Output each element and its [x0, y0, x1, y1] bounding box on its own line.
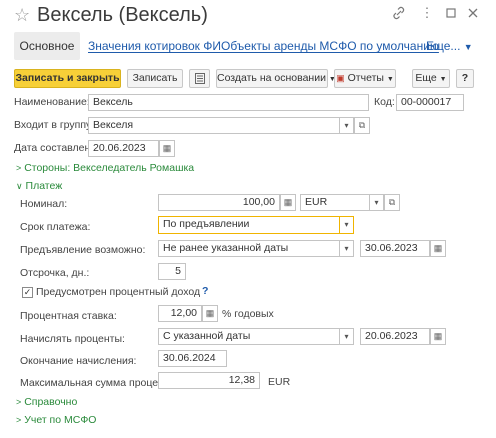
chevron-down-icon: ∨ — [16, 181, 23, 191]
presentation-field[interactable]: Не ранее указанной даты — [158, 240, 340, 257]
link-icon[interactable] — [392, 6, 406, 20]
more-actions-button[interactable]: Еще ▼ — [412, 69, 450, 88]
presentation-label: Предъявление возможно: — [20, 244, 146, 256]
section-reference[interactable]: > Справочно — [16, 395, 77, 409]
currency-dropdown-button[interactable]: ▾ — [370, 194, 384, 211]
max-interest-currency: EUR — [268, 376, 291, 388]
chevron-right-icon: > — [16, 415, 22, 425]
calendar-icon[interactable]: ▦ — [159, 140, 175, 157]
calendar-icon[interactable]: ▦ — [430, 240, 446, 257]
section-payment-label: Платеж — [25, 180, 63, 192]
tab-more-label: Еще... — [426, 39, 461, 53]
tab-quotes[interactable]: Значения котировок ФИ — [88, 32, 221, 60]
end-label: Окончание начисления: — [20, 355, 137, 367]
rate-field[interactable]: 12,00 — [158, 305, 202, 322]
favorite-star-icon[interactable]: ☆ — [14, 6, 30, 24]
create-based-on-label: Создать на основании — [217, 72, 326, 84]
interest-checkbox[interactable]: ✓ — [22, 287, 33, 298]
page-title: Вексель (Вексель) — [37, 4, 208, 26]
save-button[interactable]: Записать — [127, 69, 183, 88]
chevron-right-icon: > — [16, 163, 22, 173]
rate-label: Процентная ставка: — [20, 310, 117, 322]
group-field[interactable]: Векселя — [88, 117, 340, 134]
name-field[interactable]: Вексель — [88, 94, 369, 111]
deferral-label: Отсрочка, дн.: — [20, 267, 90, 279]
accrue-date-field[interactable]: 20.06.2023 — [360, 328, 430, 345]
term-dropdown-button[interactable]: ▾ — [340, 216, 354, 234]
end-field[interactable]: 30.06.2024 — [158, 350, 227, 367]
date-field[interactable]: 20.06.2023 — [88, 140, 159, 157]
section-payment[interactable]: ∨ Платеж — [16, 179, 62, 193]
section-reference-label: Справочно — [24, 396, 78, 408]
accrue-field[interactable]: С указанной даты — [158, 328, 340, 345]
close-icon[interactable] — [466, 6, 480, 20]
list-icon[interactable] — [189, 69, 210, 88]
code-label: Код: — [374, 96, 395, 108]
term-label: Срок платежа: — [20, 221, 91, 233]
code-field[interactable]: 00-000017 — [396, 94, 464, 111]
presentation-date-field[interactable]: 30.06.2023 — [360, 240, 430, 257]
create-based-on-button[interactable]: Создать на основании ▼ — [216, 69, 336, 88]
tab-lease-objects[interactable]: Объекты аренды МСФО по умолчанию — [221, 32, 439, 60]
currency-field[interactable]: EUR — [300, 194, 370, 211]
tab-more[interactable]: Еще... ▼ — [426, 32, 473, 60]
chevron-down-icon: ▼ — [386, 76, 394, 83]
accrue-dropdown-button[interactable]: ▾ — [340, 328, 354, 345]
chevron-down-icon: ▼ — [439, 76, 447, 83]
term-field[interactable]: По предъявлении — [158, 216, 340, 234]
section-parties[interactable]: > Стороны: Векселедатель Ромашка — [16, 161, 194, 175]
group-dropdown-button[interactable]: ▾ — [340, 117, 354, 134]
open-group-icon[interactable]: ⧉ — [354, 117, 370, 134]
rate-unit-label: % годовых — [222, 308, 274, 320]
open-currency-icon[interactable]: ⧉ — [384, 194, 400, 211]
accrue-label: Начислять проценты: — [20, 333, 125, 345]
help-button[interactable]: ? — [456, 69, 474, 88]
calculator-icon[interactable]: ▦ — [202, 305, 218, 322]
tab-main[interactable]: Основное — [14, 32, 80, 60]
more-actions-label: Еще — [415, 72, 437, 84]
interest-help-link[interactable]: ? — [202, 285, 208, 297]
chevron-down-icon: ▼ — [463, 42, 473, 52]
calendar-icon[interactable]: ▦ — [430, 328, 446, 345]
reports-icon: ▣ — [336, 73, 345, 83]
group-label: Входит в группу: — [14, 119, 95, 131]
chevron-right-icon: > — [16, 397, 22, 407]
more-menu-icon[interactable]: ⋮ — [420, 6, 434, 20]
reports-button[interactable]: ▣ Отчеты ▼ — [334, 69, 396, 88]
nominal-field[interactable]: 100,00 — [158, 194, 280, 211]
save-and-close-button[interactable]: Записать и закрыть — [14, 69, 121, 88]
deferral-field[interactable]: 5 — [158, 263, 186, 280]
section-ifrs-label: Учет по МСФО — [24, 414, 97, 426]
section-ifrs[interactable]: > Учет по МСФО — [16, 413, 96, 427]
restore-window-icon[interactable] — [444, 6, 458, 20]
nominal-label: Номинал: — [20, 198, 68, 210]
interest-checkbox-label: Предусмотрен процентный доход — [36, 286, 201, 298]
reports-label: Отчеты — [347, 72, 384, 84]
max-interest-field: 12,38 — [158, 372, 260, 389]
name-label: Наименование: — [14, 96, 90, 108]
presentation-dropdown-button[interactable]: ▾ — [340, 240, 354, 257]
calculator-icon[interactable]: ▦ — [280, 194, 296, 211]
section-parties-label: Стороны: Векселедатель Ромашка — [24, 162, 195, 174]
